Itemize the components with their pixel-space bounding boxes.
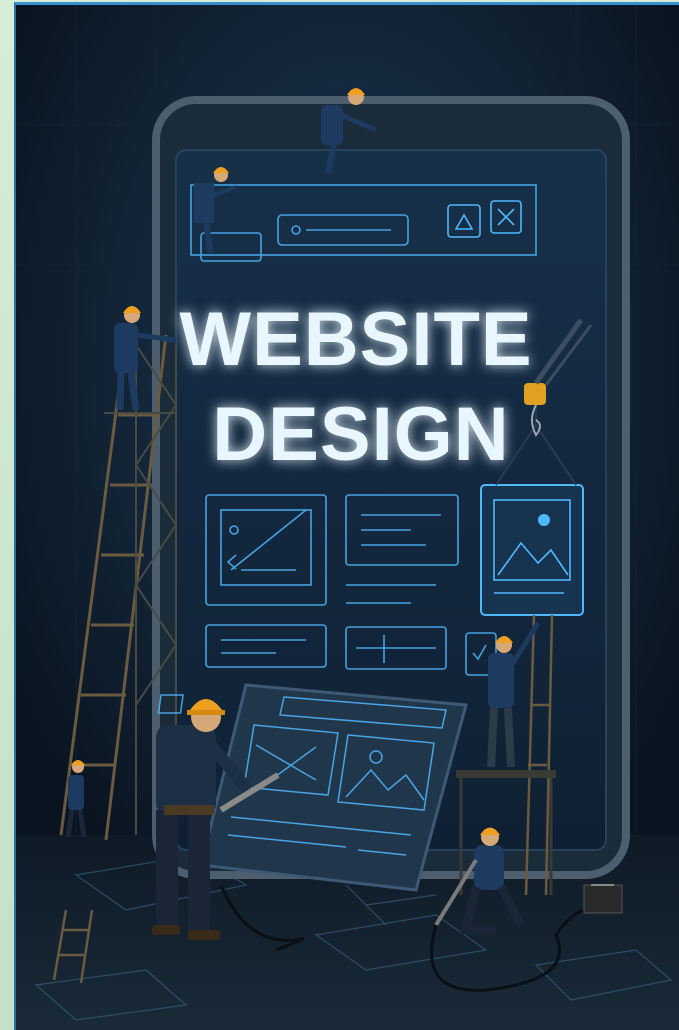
toolbox-icon	[583, 884, 623, 914]
illustration-canvas: WEBSITE WEBSITE DESIGN DESIGN	[16, 5, 679, 1030]
headline-line-2: DESIGN	[212, 392, 509, 477]
website-design-illustration: WEBSITE WEBSITE DESIGN DESIGN	[14, 2, 679, 1030]
headline-line-1: WEBSITE	[179, 297, 532, 382]
image-placeholder-icon	[480, 484, 584, 616]
